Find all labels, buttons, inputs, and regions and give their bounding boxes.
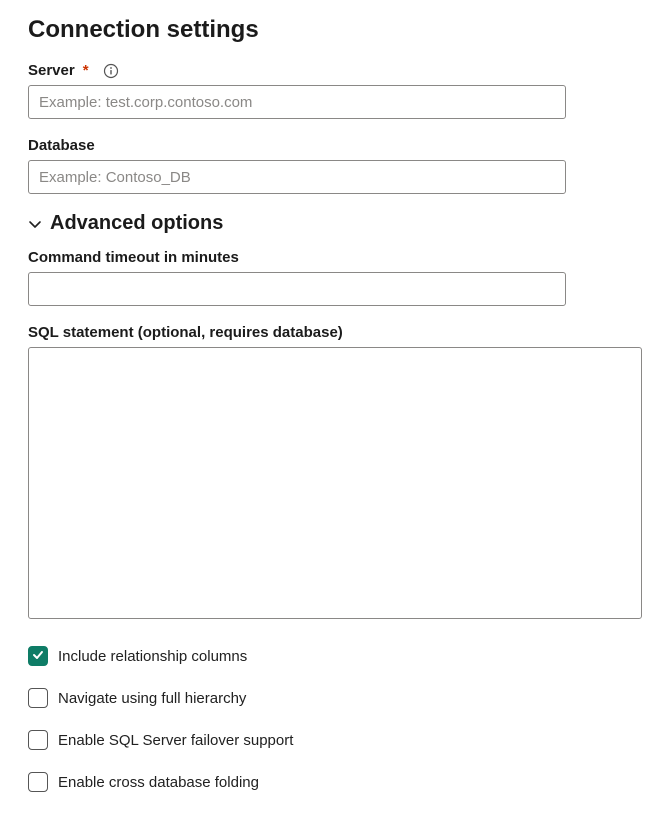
sql-statement-label-row: SQL statement (optional, requires databa… [28,324,630,341]
checkbox-list: Include relationship columns Navigate usi… [28,646,630,792]
sql-statement-label: SQL statement (optional, requires databa… [28,324,343,341]
checkbox-row-3: Enable cross database folding [28,772,630,792]
checkbox-0[interactable] [28,646,48,666]
checkbox-label-2[interactable]: Enable SQL Server failover support [58,732,293,749]
checkbox-2[interactable] [28,730,48,750]
checkbox-label-0[interactable]: Include relationship columns [58,648,247,665]
chevron-down-icon [28,217,42,231]
command-timeout-label: Command timeout in minutes [28,249,239,266]
advanced-options-toggle[interactable]: Advanced options [28,212,630,235]
page-title: Connection settings [28,16,630,44]
database-label-row: Database [28,137,630,154]
database-label: Database [28,137,95,154]
server-input[interactable] [28,85,566,119]
database-field: Database [28,137,630,194]
server-label: Server [28,62,75,79]
checkbox-label-3[interactable]: Enable cross database folding [58,774,259,791]
server-field: Server * [28,62,630,119]
info-icon[interactable] [103,63,119,79]
database-input[interactable] [28,160,566,194]
advanced-options-title: Advanced options [50,212,223,235]
checkbox-row-2: Enable SQL Server failover support [28,730,630,750]
command-timeout-label-row: Command timeout in minutes [28,249,630,266]
checkbox-row-1: Navigate using full hierarchy [28,688,630,708]
checkbox-label-1[interactable]: Navigate using full hierarchy [58,690,246,707]
command-timeout-input[interactable] [28,272,566,306]
server-label-row: Server * [28,62,630,79]
sql-statement-input[interactable] [28,347,642,619]
sql-statement-field: SQL statement (optional, requires databa… [28,324,630,624]
checkmark-icon [32,649,44,663]
checkbox-1[interactable] [28,688,48,708]
checkbox-3[interactable] [28,772,48,792]
command-timeout-field: Command timeout in minutes [28,249,630,306]
required-marker: * [83,62,89,79]
checkbox-row-0: Include relationship columns [28,646,630,666]
